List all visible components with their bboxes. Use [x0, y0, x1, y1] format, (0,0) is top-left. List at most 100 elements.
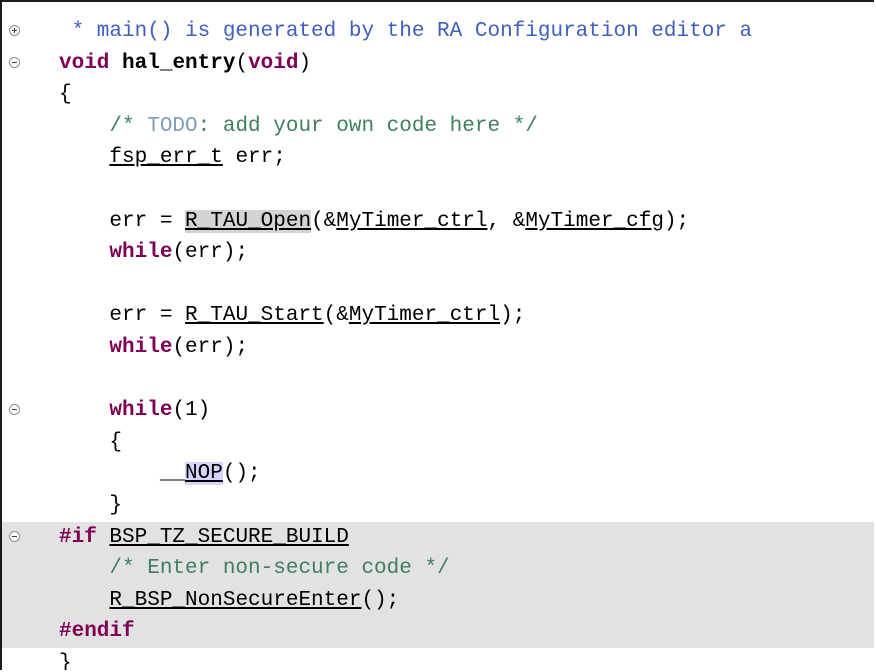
code-line[interactable]: } — [2, 648, 874, 670]
gutter — [2, 174, 59, 206]
code-token: err; — [222, 146, 286, 170]
gutter — [2, 300, 59, 332]
code-line[interactable]: { — [2, 79, 874, 111]
code-text: err = R_TAU_Start(&MyTimer_ctrl); — [59, 300, 525, 332]
gutter — [2, 585, 59, 617]
code-line[interactable]: #if BSP_TZ_SECURE_BUILD — [2, 521, 874, 554]
gutter — [2, 395, 59, 427]
code-token: while — [109, 336, 173, 359]
code-text: #if BSP_TZ_SECURE_BUILD — [59, 522, 349, 554]
code-token: R_BSP_NonSecureEnter — [109, 588, 362, 612]
code-token: (1) — [172, 399, 211, 423]
code-text: __NOP(); — [59, 458, 261, 490]
code-token: void — [59, 51, 110, 75]
code-text: /* Enter non-secure code */ — [59, 553, 450, 585]
code-token: while — [109, 399, 173, 423]
code-line[interactable]: void hal_entry(void) — [2, 48, 874, 80]
code-token: (& — [323, 304, 349, 328]
code-token: ); — [500, 304, 526, 328]
code-token: void — [248, 51, 299, 75]
gutter — [2, 111, 59, 143]
code-line[interactable]: } — [2, 490, 874, 522]
code-text: while(err); — [59, 237, 248, 269]
code-text: while(1) — [59, 395, 210, 427]
code-token: MyTimer_ctrl — [348, 304, 501, 328]
code-line[interactable]: __NOP(); — [2, 458, 874, 490]
code-text: while(err); — [59, 332, 248, 364]
code-token: (); — [361, 588, 400, 612]
code-token: #if — [59, 525, 97, 549]
code-token: MyTimer_cfg — [525, 209, 664, 233]
code-token: (& — [311, 209, 337, 233]
code-line[interactable] — [2, 269, 874, 301]
code-token: err = — [59, 209, 186, 233]
code-line[interactable]: { — [2, 427, 874, 459]
code-line[interactable]: R_BSP_NonSecureEnter(); — [2, 584, 874, 617]
code-line[interactable]: err = R_TAU_Open(&MyTimer_ctrl, &MyTimer… — [2, 206, 874, 238]
code-text: } — [59, 490, 122, 522]
code-token: (err); — [172, 336, 249, 359]
code-token: R_TAU_Open — [185, 209, 312, 233]
fold-collapse-icon[interactable] — [9, 56, 20, 68]
code-text: void hal_entry(void) — [59, 48, 311, 80]
code-token: BSP_TZ_SECURE_BUILD — [109, 525, 349, 549]
code-text: * main() is generated by the RA Configur… — [59, 16, 753, 48]
code-text: } — [59, 648, 72, 670]
code-text: R_BSP_NonSecureEnter(); — [59, 585, 399, 617]
gutter — [2, 269, 59, 301]
code-editor[interactable]: * main() is generated by the RA Configur… — [2, 2, 874, 670]
code-line[interactable]: while(err); — [2, 237, 874, 269]
gutter — [2, 522, 59, 554]
code-token: * main() is generated by the RA Configur… — [59, 20, 753, 43]
code-token: { — [59, 83, 72, 107]
code-text: { — [59, 427, 122, 459]
gutter — [2, 553, 59, 585]
code-text: { — [59, 79, 72, 111]
code-token: R_TAU_Start — [185, 304, 324, 328]
fold-collapse-icon[interactable] — [9, 404, 20, 416]
code-line[interactable] — [2, 364, 874, 396]
code-line[interactable]: /* TODO: add your own code here */ — [2, 111, 874, 143]
gutter — [2, 616, 59, 648]
gutter — [2, 16, 59, 48]
code-line[interactable]: err = R_TAU_Start(&MyTimer_ctrl); — [2, 300, 874, 332]
code-line[interactable]: fsp_err_t err; — [2, 142, 874, 174]
gutter — [2, 427, 59, 459]
code-text: fsp_err_t err; — [59, 142, 286, 174]
code-token: /* — [59, 114, 148, 138]
code-token: /* Enter non-secure code */ — [59, 557, 450, 581]
code-token: } — [59, 652, 72, 670]
code-token: ) — [298, 51, 312, 75]
gutter — [2, 648, 59, 670]
gutter — [2, 458, 59, 490]
code-line[interactable] — [2, 174, 874, 206]
fold-collapse-icon[interactable] — [9, 530, 20, 542]
code-line[interactable]: while(err); — [2, 332, 874, 364]
code-token: : add your own code here */ — [197, 114, 538, 138]
gutter — [2, 142, 59, 174]
code-editor-frame: * main() is generated by the RA Configur… — [0, 0, 874, 670]
code-token: TODO — [147, 114, 198, 138]
code-text: #endif — [59, 616, 135, 648]
code-line[interactable]: #endif — [2, 616, 874, 648]
gutter — [2, 79, 59, 111]
code-token: #endif — [59, 620, 135, 644]
code-line[interactable]: while(1) — [2, 395, 874, 427]
fold-expand-icon[interactable] — [9, 25, 20, 36]
code-line[interactable]: /* Enter non-secure code */ — [2, 553, 874, 585]
code-token: hal_entry — [122, 51, 236, 75]
code-token: (); — [222, 462, 261, 486]
code-line[interactable]: * main() is generated by the RA Configur… — [2, 16, 874, 48]
code-token: { — [59, 430, 123, 454]
code-token: NOP — [185, 462, 223, 486]
code-token: ); — [663, 209, 690, 233]
code-text: /* TODO: add your own code here */ — [59, 111, 538, 143]
gutter — [2, 48, 59, 80]
